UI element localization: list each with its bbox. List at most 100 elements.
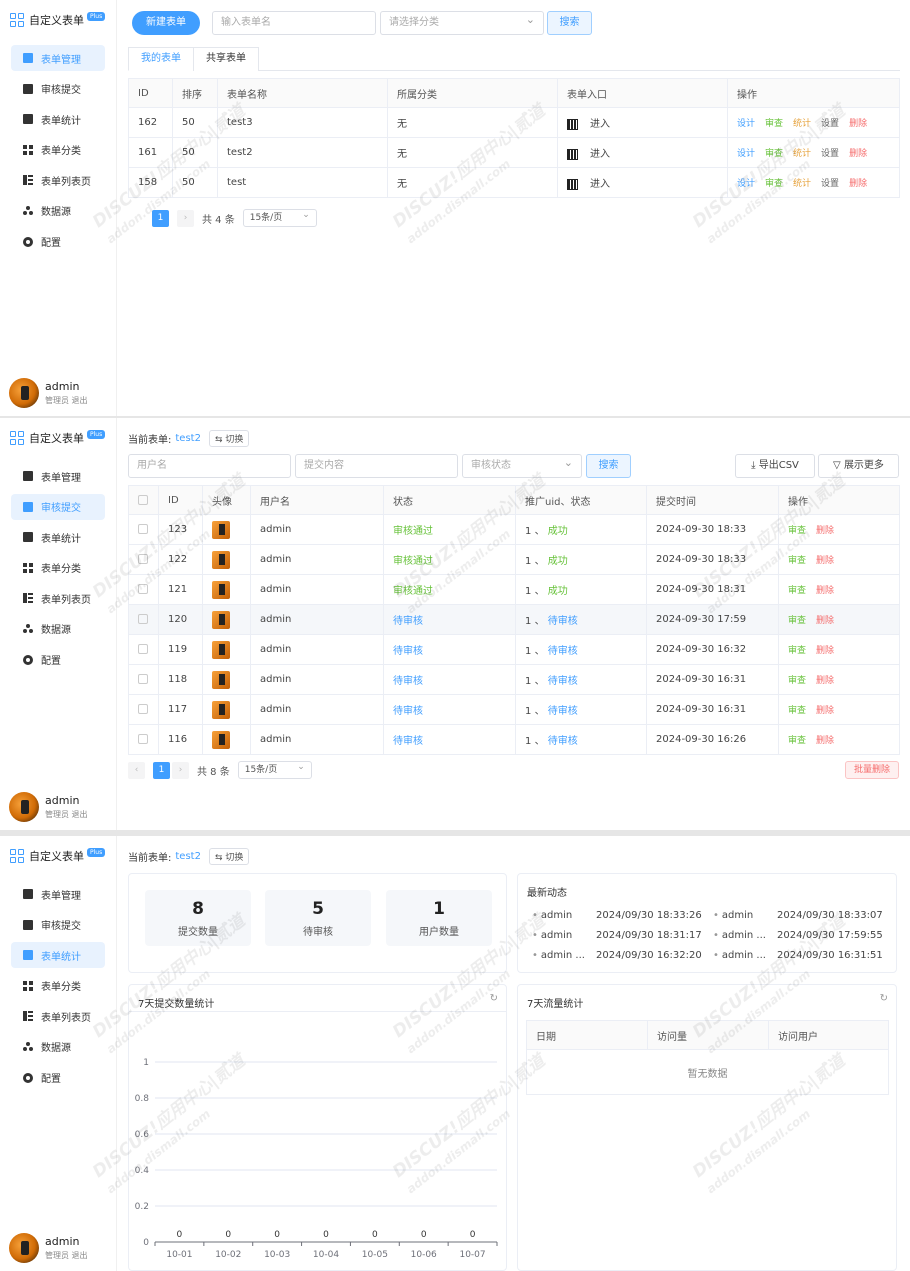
status-select[interactable]: 审核状态 xyxy=(462,452,582,478)
search-button[interactable]: 搜索 xyxy=(586,454,631,478)
row-checkbox[interactable] xyxy=(138,554,148,564)
review-link[interactable]: 审查 xyxy=(788,736,806,746)
sidebar-item-audit[interactable]: 审核提交 xyxy=(11,912,105,938)
delete-link[interactable]: 删除 xyxy=(816,586,834,596)
tab-shared-forms[interactable]: 共享表单 xyxy=(193,47,259,71)
chevron-right-icon[interactable]: › xyxy=(172,761,189,779)
review-link[interactable]: 审查 xyxy=(788,706,806,716)
refresh-icon[interactable]: ↻ xyxy=(880,993,888,1004)
switch-form-button[interactable]: ⇆ 切换 xyxy=(208,848,250,865)
select-all-checkbox[interactable] xyxy=(138,494,148,505)
delete-link[interactable]: 删除 xyxy=(816,706,834,716)
sidebar-item-audit[interactable]: 审核提交 xyxy=(11,493,105,520)
current-form-name[interactable]: test2 xyxy=(175,851,201,862)
avatar[interactable] xyxy=(9,378,39,408)
enter-link[interactable]: 进入 xyxy=(590,179,610,190)
tab-my-forms[interactable]: 我的表单 xyxy=(128,47,194,71)
sidebar-item-listpage[interactable]: 表单列表页 xyxy=(11,167,105,193)
review-link[interactable]: 审查 xyxy=(788,526,806,536)
username-input[interactable]: 用户名 xyxy=(128,454,291,478)
enter-link[interactable]: 进入 xyxy=(590,149,610,160)
stats-link[interactable]: 统计 xyxy=(793,119,811,129)
new-form-button[interactable]: 新建表单 xyxy=(132,11,200,35)
qrcode-icon[interactable] xyxy=(567,118,578,130)
sidebar-item-forms[interactable]: 表单管理 xyxy=(11,881,105,907)
sidebar-item-audit[interactable]: 审核提交 xyxy=(11,76,105,102)
chevron-right-icon[interactable]: › xyxy=(177,209,194,227)
search-button[interactable]: 搜索 xyxy=(547,11,592,35)
row-checkbox[interactable] xyxy=(138,644,148,654)
row-checkbox[interactable] xyxy=(138,614,148,624)
sidebar-item-stats[interactable]: 表单统计 xyxy=(11,942,105,969)
row-checkbox[interactable] xyxy=(138,524,148,534)
sidebar-item-config[interactable]: 配置 xyxy=(11,647,105,673)
page-number[interactable]: 1 xyxy=(152,209,169,227)
sidebar-item-config[interactable]: 配置 xyxy=(11,229,105,255)
settings-link[interactable]: 设置 xyxy=(821,149,839,159)
content-input[interactable]: 提交内容 xyxy=(295,454,458,478)
current-form-name[interactable]: test2 xyxy=(175,433,201,444)
delete-link[interactable]: 删除 xyxy=(816,676,834,686)
row-checkbox[interactable] xyxy=(138,704,148,714)
export-csv-button[interactable]: ⤓ 导出CSV xyxy=(735,454,815,478)
sidebar-item-forms[interactable]: 表单管理 xyxy=(11,463,105,489)
review-link[interactable]: 审查 xyxy=(765,149,783,159)
sidebar-item-category[interactable]: 表单分类 xyxy=(11,973,105,999)
review-link[interactable]: 审查 xyxy=(788,556,806,566)
delete-link[interactable]: 删除 xyxy=(849,179,867,189)
qrcode-icon[interactable] xyxy=(567,178,578,190)
stats-link[interactable]: 统计 xyxy=(793,149,811,159)
design-link[interactable]: 设计 xyxy=(737,179,755,189)
app-title: 自定义表单 xyxy=(29,432,84,445)
sidebar-item-datasource[interactable]: 数据源 xyxy=(11,198,105,224)
sidebar-item-stats[interactable]: 表单统计 xyxy=(11,524,105,550)
sidebar-item-datasource[interactable]: 数据源 xyxy=(11,616,105,642)
review-link[interactable]: 审查 xyxy=(788,676,806,686)
design-link[interactable]: 设计 xyxy=(737,119,755,129)
avatar[interactable] xyxy=(9,792,39,822)
avatar[interactable] xyxy=(9,1233,39,1263)
sidebar-item-category[interactable]: 表单分类 xyxy=(11,137,105,163)
settings-link[interactable]: 设置 xyxy=(821,179,839,189)
category-select[interactable]: 请选择分类 xyxy=(380,9,544,35)
review-link[interactable]: 审查 xyxy=(788,616,806,626)
chevron-left-icon[interactable]: ‹ xyxy=(128,761,145,779)
delete-link[interactable]: 删除 xyxy=(816,526,834,536)
logout-link[interactable]: 退出 xyxy=(72,396,88,405)
delete-link[interactable]: 删除 xyxy=(816,556,834,566)
review-link[interactable]: 审查 xyxy=(788,646,806,656)
show-more-button[interactable]: ▽ 展示更多 xyxy=(818,454,899,478)
qrcode-icon[interactable] xyxy=(567,148,578,160)
row-checkbox[interactable] xyxy=(138,674,148,684)
stats-link[interactable]: 统计 xyxy=(793,179,811,189)
logout-link[interactable]: 退出 xyxy=(72,810,88,819)
review-link[interactable]: 审查 xyxy=(765,179,783,189)
sidebar-item-stats[interactable]: 表单统计 xyxy=(11,106,105,132)
sidebar-item-category[interactable]: 表单分类 xyxy=(11,555,105,581)
form-name-input[interactable]: 输入表单名 xyxy=(212,11,376,35)
batch-delete-button[interactable]: 批量删除 xyxy=(845,761,899,779)
data-label: 0 xyxy=(421,1230,427,1240)
page-size-select[interactable]: 15条/页 xyxy=(242,207,317,227)
sidebar-item-forms[interactable]: 表单管理 xyxy=(11,45,105,71)
settings-link[interactable]: 设置 xyxy=(821,119,839,129)
logout-link[interactable]: 退出 xyxy=(72,1251,88,1260)
delete-link[interactable]: 删除 xyxy=(816,616,834,626)
row-checkbox[interactable] xyxy=(138,584,148,594)
enter-link[interactable]: 进入 xyxy=(590,119,610,130)
sidebar-item-datasource[interactable]: 数据源 xyxy=(11,1034,105,1060)
page-number[interactable]: 1 xyxy=(153,761,170,779)
delete-link[interactable]: 删除 xyxy=(816,646,834,656)
page-size-select[interactable]: 15条/页 xyxy=(237,759,312,779)
switch-form-button[interactable]: ⇆ 切换 xyxy=(208,430,250,447)
sidebar-item-config[interactable]: 配置 xyxy=(11,1065,105,1091)
design-link[interactable]: 设计 xyxy=(737,149,755,159)
review-link[interactable]: 审查 xyxy=(788,586,806,596)
sidebar-item-listpage[interactable]: 表单列表页 xyxy=(11,585,105,611)
review-link[interactable]: 审查 xyxy=(765,119,783,129)
delete-link[interactable]: 删除 xyxy=(816,736,834,746)
sidebar-item-listpage[interactable]: 表单列表页 xyxy=(11,1003,105,1029)
delete-link[interactable]: 删除 xyxy=(849,149,867,159)
row-checkbox[interactable] xyxy=(138,734,148,744)
delete-link[interactable]: 删除 xyxy=(849,119,867,129)
